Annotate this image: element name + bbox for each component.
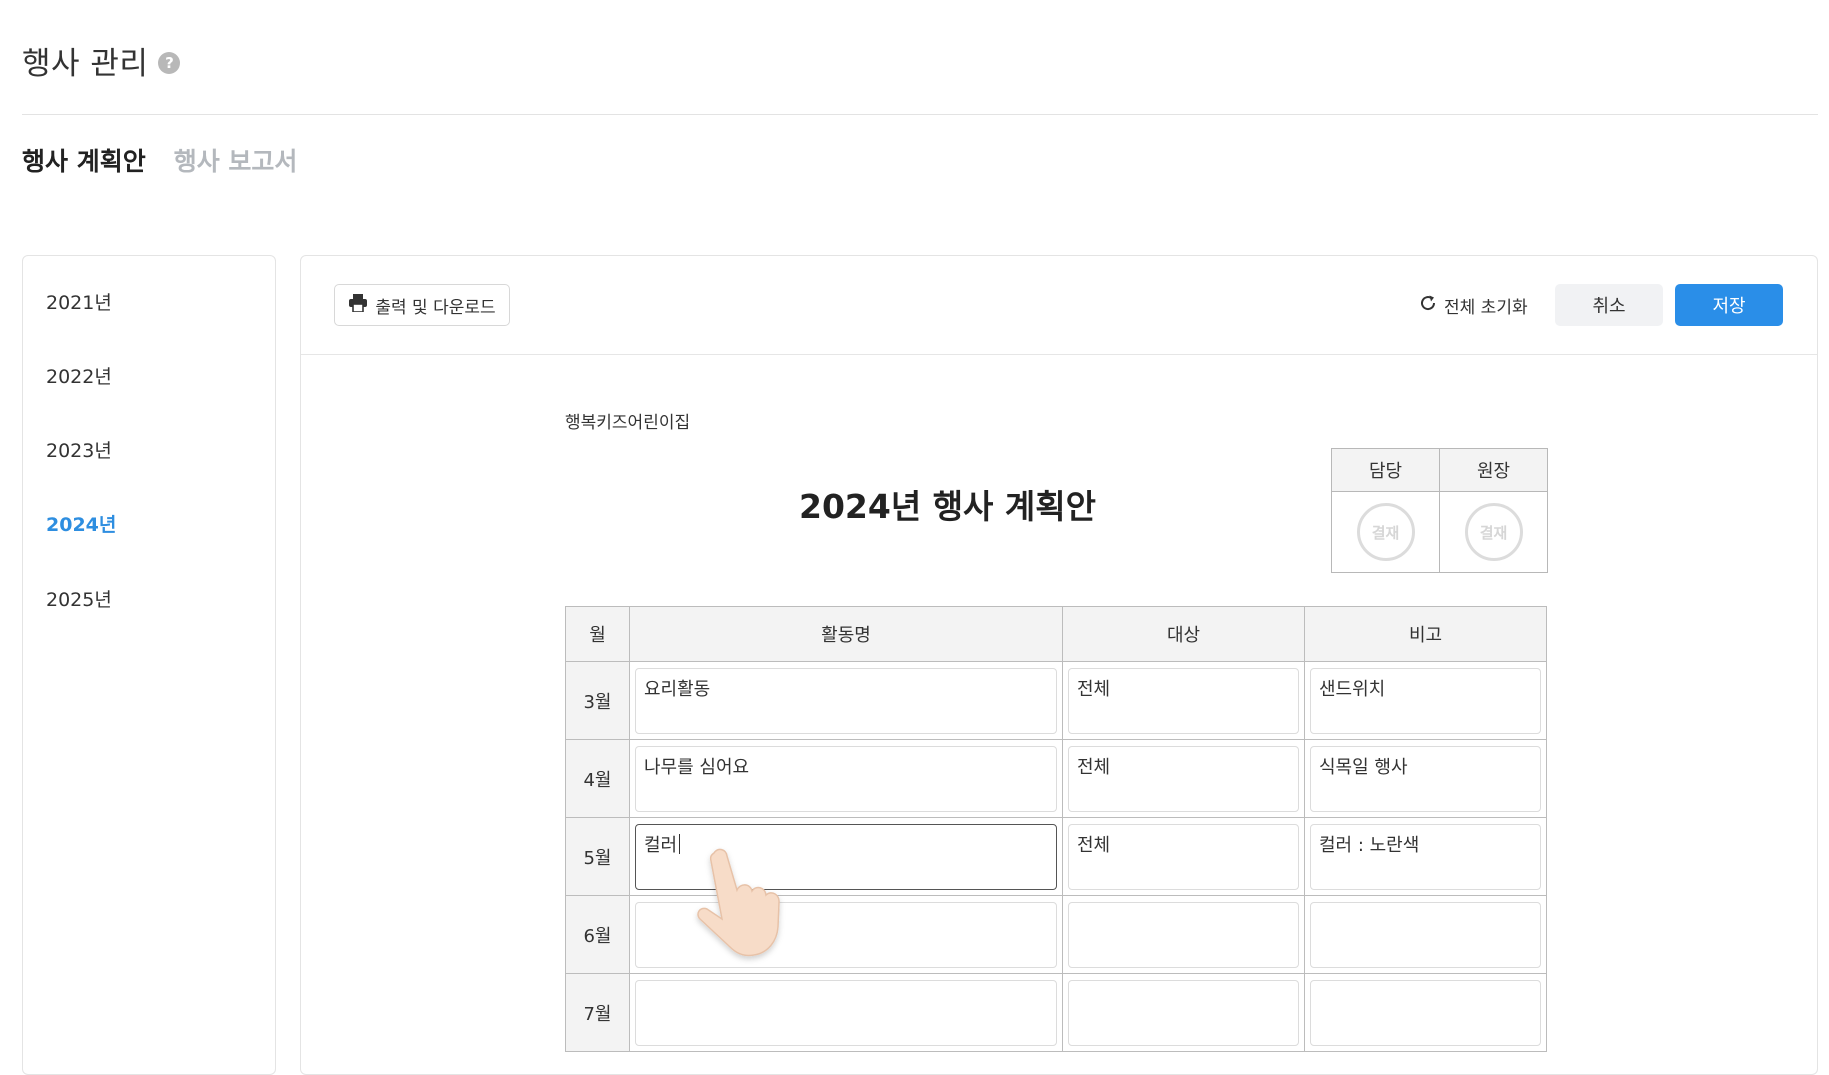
print-download-button[interactable]: 출력 및 다운로드 xyxy=(334,284,510,326)
col-header-month: 월 xyxy=(565,606,630,662)
sidebar-item-2023[interactable]: 2023년 xyxy=(46,436,112,463)
note-field[interactable] xyxy=(1310,979,1541,1046)
sidebar-item-2022[interactable]: 2022년 xyxy=(46,362,112,389)
refresh-icon xyxy=(1418,293,1438,318)
reset-all-label: 전체 초기화 xyxy=(1444,297,1528,318)
help-icon[interactable]: ? xyxy=(158,51,181,74)
year-sidebar: 2021년 2022년 2023년 2024년 2025년 xyxy=(22,255,276,1075)
reset-all-button[interactable]: 전체 초기화 xyxy=(1418,284,1528,326)
sidebar-item-2025[interactable]: 2025년 xyxy=(46,585,112,612)
approval-box: 담당 원장 결재 결재 xyxy=(1331,448,1548,573)
row-month: 3월 xyxy=(565,661,630,740)
toolbar: 출력 및 다운로드 전체 초기화 취소 저장 xyxy=(301,256,1817,355)
target-field[interactable]: 전체 xyxy=(1068,745,1299,812)
note-field[interactable]: 컬러 : 노란색 xyxy=(1310,823,1541,890)
target-field[interactable]: 전체 xyxy=(1068,667,1299,734)
note-field[interactable]: 식목일 행사 xyxy=(1310,745,1541,812)
activity-field[interactable]: 요리활동 xyxy=(635,667,1057,734)
printer-icon xyxy=(348,293,368,317)
table-row: 3월 요리활동 전체 샌드위치 xyxy=(565,661,1547,740)
event-plan-table: 월 활동명 대상 비고 3월 요리활동 전체 샌드위치 4월 나무를 심어요 전… xyxy=(565,606,1547,1052)
table-row: 4월 나무를 심어요 전체 식목일 행사 xyxy=(565,739,1547,818)
tab-event-plan[interactable]: 행사 계획안 xyxy=(22,142,146,178)
row-month: 6월 xyxy=(565,895,630,974)
approval-header-director: 원장 xyxy=(1439,448,1548,492)
sidebar-item-2021[interactable]: 2021년 xyxy=(46,288,112,315)
tab-bar: 행사 계획안 행사 보고서 xyxy=(22,142,297,178)
text-caret xyxy=(679,833,681,854)
cancel-button[interactable]: 취소 xyxy=(1555,284,1663,326)
target-field[interactable] xyxy=(1068,901,1299,968)
row-month: 5월 xyxy=(565,817,630,896)
page-header: 행사 관리 ? xyxy=(22,38,181,83)
activity-field[interactable]: 나무를 심어요 xyxy=(635,745,1057,812)
col-header-activity: 활동명 xyxy=(629,606,1063,662)
activity-field[interactable] xyxy=(635,901,1057,968)
row-month: 7월 xyxy=(565,973,630,1052)
target-field[interactable]: 전체 xyxy=(1068,823,1299,890)
header-divider xyxy=(22,114,1818,115)
tab-event-report[interactable]: 행사 보고서 xyxy=(174,142,298,178)
page-title: 행사 관리 xyxy=(22,46,149,82)
table-row: 5월 컬러 전체 컬러 : 노란색 xyxy=(565,817,1547,896)
table-row: 6월 xyxy=(565,895,1547,974)
approval-header-staff: 담당 xyxy=(1331,448,1440,492)
table-row: 7월 xyxy=(565,973,1547,1052)
sidebar-item-2024[interactable]: 2024년 xyxy=(46,510,116,537)
print-download-label: 출력 및 다운로드 xyxy=(375,297,496,318)
note-field[interactable] xyxy=(1310,901,1541,968)
col-header-note: 비고 xyxy=(1304,606,1547,662)
activity-field-text: 컬러 xyxy=(644,834,678,856)
activity-field[interactable] xyxy=(635,979,1057,1046)
target-field[interactable] xyxy=(1068,979,1299,1046)
note-field[interactable]: 샌드위치 xyxy=(1310,667,1541,734)
organization-name: 행복키즈어린이집 xyxy=(565,413,691,433)
approval-stamp-director[interactable]: 결재 xyxy=(1464,503,1523,561)
activity-field-focused[interactable]: 컬러 xyxy=(635,823,1057,890)
document-title: 2024년 행사 계획안 xyxy=(799,487,1096,526)
save-button[interactable]: 저장 xyxy=(1675,284,1783,326)
col-header-target: 대상 xyxy=(1062,606,1305,662)
approval-stamp-staff[interactable]: 결재 xyxy=(1356,503,1415,561)
row-month: 4월 xyxy=(565,739,630,818)
